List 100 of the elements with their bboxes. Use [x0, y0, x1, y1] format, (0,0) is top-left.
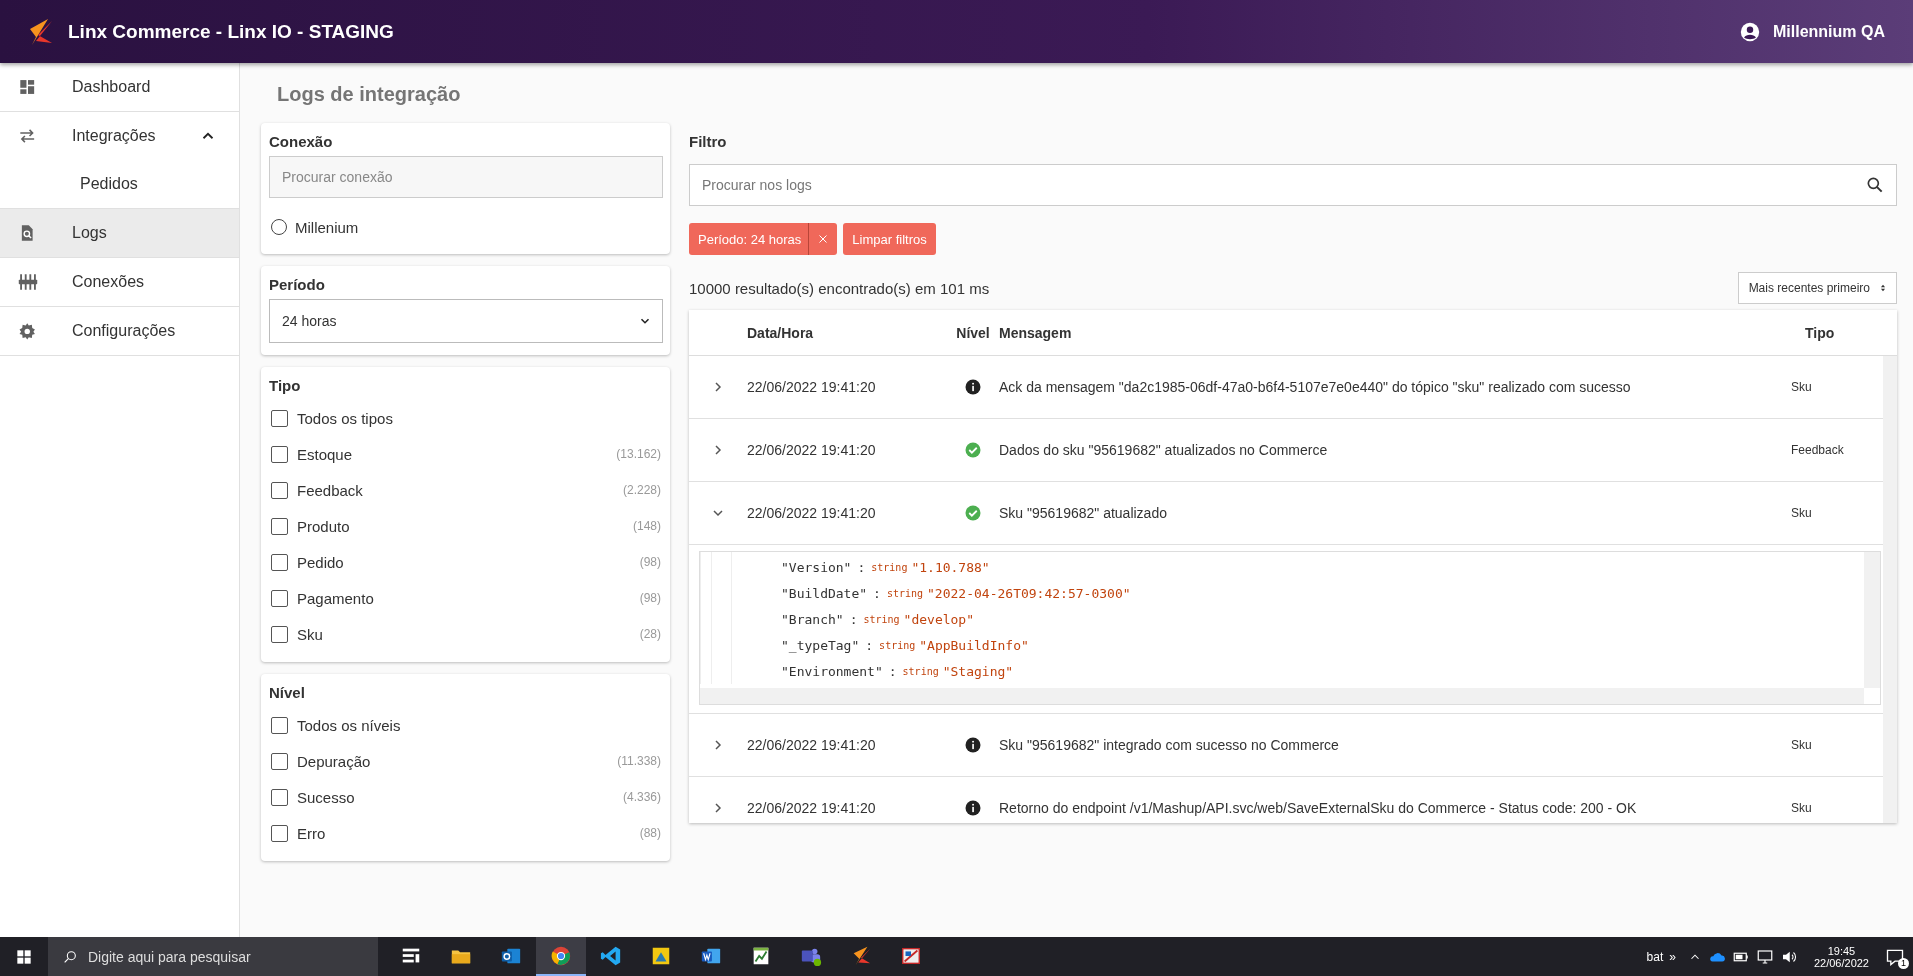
column-header: Mensagem [999, 324, 1073, 341]
option-count: (11.338) [617, 754, 661, 768]
checkbox[interactable] [271, 517, 288, 535]
option-count: (28) [639, 627, 661, 641]
checkbox[interactable] [271, 716, 288, 734]
table-cell-text: Sku [1791, 380, 1813, 394]
checkbox[interactable] [271, 481, 288, 499]
option-count: (148) [633, 519, 661, 533]
notifications-button[interactable]: 1 [1885, 944, 1909, 969]
results-count: 10000 resultado(s) encontrado(s) em 101 ms [689, 279, 990, 297]
check-circle-icon [964, 504, 982, 522]
search-icon[interactable] [1865, 175, 1885, 195]
option-label: Millenium [295, 218, 359, 236]
table-cell-text: Ack da mensagem "da2c1985-06df-47a0-b6f4-5107e7e0e440" do tópico "sku" realizado com sucesso [999, 379, 1632, 395]
table-cell-text: 22/06/2022 19:41:20 [747, 800, 877, 816]
option-label: Pedido [297, 553, 345, 571]
table-cell-text: Sku [1791, 801, 1813, 815]
checkbox[interactable] [271, 409, 288, 427]
option-label: Sucesso [297, 788, 356, 806]
option-count: (98) [639, 555, 661, 569]
option-count: (2.228) [622, 483, 661, 497]
chip-label: Período: 24 horas [697, 231, 803, 247]
sliders-icon [18, 272, 38, 292]
option-count: (98) [639, 591, 661, 605]
option-label: Depuração [297, 752, 372, 770]
period-select[interactable]: 24 horas [269, 299, 663, 343]
checkbox[interactable] [271, 788, 288, 806]
checkbox[interactable] [271, 752, 288, 770]
table-cell-text: 22/06/2022 19:41:20 [747, 505, 877, 521]
user-name[interactable]: Millennium QA [1773, 22, 1885, 41]
checkbox[interactable] [271, 445, 288, 463]
checkbox[interactable] [271, 553, 288, 571]
browser-icon [550, 944, 572, 967]
network-icon[interactable] [1755, 947, 1774, 966]
search-field[interactable]: Procurar nos logs [689, 164, 1897, 206]
scrollbar[interactable] [700, 688, 1864, 704]
code-line: "BuildDate" : string "2022-04-26T09:42:57-0300" [781, 584, 1132, 603]
option-count: (13.162) [616, 447, 661, 461]
taskbar-app[interactable] [536, 937, 586, 976]
option-label: Sku [297, 625, 324, 643]
check-circle-icon [964, 441, 982, 459]
code-line: "_typeTag" : string "AppBuildInfo" [781, 636, 1030, 655]
option-count: (88) [639, 826, 661, 840]
table-cell-text: 22/06/2022 19:41:20 [747, 737, 877, 753]
code-line: "Environment" : string "Staging" [781, 662, 1015, 681]
option-label: Produto [297, 517, 351, 535]
option-label: Erro [297, 824, 327, 842]
option-label: Estoque [297, 445, 354, 463]
table-cell-text: 22/06/2022 19:41:20 [747, 442, 877, 458]
section-title: Filtro [689, 133, 728, 150]
tray-label: bat [1646, 949, 1664, 964]
code-editor-icon [600, 944, 622, 967]
table-cell-text: Sku "95619682" atualizado [999, 505, 1168, 521]
nav-item[interactable]: Logs [0, 209, 239, 257]
column-header: Nível [955, 324, 991, 341]
tray-chevron[interactable]: » [1669, 949, 1676, 964]
checkbox[interactable] [271, 625, 288, 643]
scrollbar[interactable] [1864, 552, 1880, 688]
scrollbar[interactable] [1883, 356, 1897, 823]
option-label: Pagamento [297, 589, 375, 607]
option-label: Todos os tipos [297, 409, 394, 427]
settings-icon [18, 321, 38, 341]
column-header: Tipo [1805, 324, 1836, 341]
table-cell-text: Sku "95619682" integrado com sucesso no Commerce [999, 737, 1340, 753]
windows-icon[interactable] [16, 948, 32, 965]
info-icon [964, 799, 982, 817]
search-field[interactable]: Procurar conexão [269, 156, 663, 198]
table-cell-text: Sku [1791, 738, 1813, 752]
search-icon [62, 948, 78, 965]
nav-item[interactable]: Integrações [0, 112, 239, 160]
card-title: Tipo [269, 377, 302, 394]
nav-item[interactable]: Dashboard [0, 63, 239, 111]
card-title: Conexão [269, 133, 334, 150]
table-cell-text: Feedback [1791, 443, 1845, 457]
code-line: "Branch" : string "develop" [781, 610, 976, 629]
info-icon [964, 378, 982, 396]
table-cell-text: Retorno do endpoint /v1/Mashup/API.svc/web/SaveExternalSku do Commerce - Status code: 200 - OK [999, 800, 1638, 816]
clock[interactable]: 19:45 22/06/2022 [1813, 944, 1869, 969]
taskbar-search-field[interactable]: Digite aqui para pesquisar [48, 937, 378, 976]
nav-item[interactable]: Conexões [0, 258, 239, 306]
table-cell-text: 22/06/2022 19:41:20 [747, 379, 877, 395]
checkbox[interactable] [271, 589, 288, 607]
notification-count: 1 [1898, 957, 1909, 969]
app-title: Linx Commerce - Linx IO - STAGING [68, 20, 394, 43]
page-title: Logs de integração [277, 83, 462, 106]
nav-subitem[interactable]: Pedidos [0, 160, 239, 208]
table-cell-text: Sku [1791, 506, 1813, 520]
code-line: "Version" : string "1.10.788" [781, 558, 991, 577]
sort-select[interactable]: Mais recentes primeiro [1737, 272, 1897, 304]
checkbox[interactable] [271, 824, 288, 842]
card-title: Nível [269, 684, 306, 701]
card-title: Período [269, 276, 326, 293]
close-icon [817, 233, 830, 245]
table-cell-text: Dados do sku "95619682" atualizados no Commerce [999, 442, 1329, 458]
account-icon[interactable] [1739, 20, 1761, 43]
option-label: Todos os níveis [297, 716, 402, 734]
nav-item[interactable]: Configurações [0, 307, 239, 355]
option-count: (4.336) [622, 790, 661, 804]
sort-arrows-icon [1878, 283, 1888, 293]
info-icon [964, 736, 982, 754]
